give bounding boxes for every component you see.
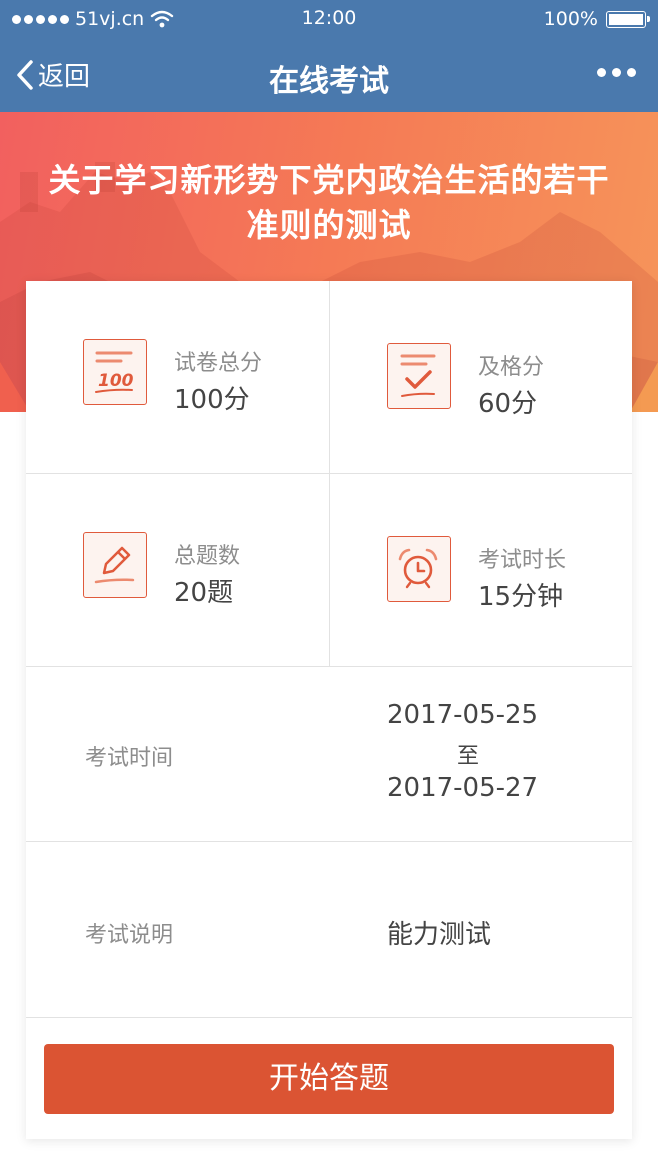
- exam-time-end: 2017-05-27: [387, 773, 539, 803]
- exam-time-row: 考试时间 2017-05-25 至 2017-05-27: [26, 667, 632, 842]
- stat-question-count: 总题数 20题: [26, 474, 329, 666]
- back-button[interactable]: 返回: [16, 56, 90, 93]
- battery-icon: [606, 10, 650, 28]
- exam-description-label: 考试说明: [85, 923, 174, 948]
- page-title: 在线考试: [269, 64, 389, 99]
- battery-percent: 100%: [543, 8, 598, 30]
- stat-value: 15分钟: [478, 582, 564, 612]
- pencil-icon: [83, 532, 147, 598]
- exam-time-separator: 至: [457, 744, 480, 769]
- status-right: 100%: [543, 8, 650, 30]
- svg-text:100: 100: [98, 371, 134, 391]
- back-label: 返回: [38, 62, 91, 92]
- stat-label: 总题数: [174, 544, 241, 569]
- exam-description-row: 考试说明 能力测试: [26, 842, 632, 1018]
- stat-label: 及格分: [478, 355, 545, 380]
- exam-info-card: 100 试卷总分 100分 及格分 60分 总题数 20题 考试时长 15分钟 …: [26, 281, 632, 1139]
- stat-value: 60分: [478, 389, 538, 419]
- alarm-clock-icon: [387, 536, 451, 602]
- stat-duration: 考试时长 15分钟: [329, 474, 632, 666]
- stats-row-2: 总题数 20题 考试时长 15分钟: [26, 474, 632, 667]
- exam-time-start: 2017-05-25: [387, 700, 539, 730]
- stat-value: 100分: [174, 385, 250, 415]
- navigation-bar: 返回 在线考试: [0, 38, 658, 112]
- exam-description-value: 能力测试: [387, 920, 492, 950]
- stat-total-score: 100 试卷总分 100分: [26, 281, 329, 473]
- pass-check-icon: [387, 343, 451, 409]
- stats-row-1: 100 试卷总分 100分 及格分 60分: [26, 281, 632, 474]
- chevron-left-icon: [17, 59, 33, 90]
- stat-label: 试卷总分: [174, 351, 263, 376]
- exam-title-line-1: 关于学习新形势下党内政治生活的若干: [48, 161, 610, 199]
- score-sheet-icon: 100: [83, 339, 147, 405]
- more-dots-icon: [597, 68, 606, 77]
- start-exam-button[interactable]: 开始答题: [44, 1044, 614, 1114]
- stat-label: 考试时长: [478, 548, 567, 573]
- more-button[interactable]: [597, 68, 636, 77]
- exam-title-line-2: 准则的测试: [246, 206, 412, 244]
- stat-pass-score: 及格分 60分: [329, 281, 632, 473]
- status-bar: 51vj.cn 12:00 100%: [0, 0, 658, 38]
- exam-title: 关于学习新形势下党内政治生活的若干 准则的测试: [20, 158, 638, 248]
- exam-time-label: 考试时间: [85, 746, 174, 771]
- stat-value: 20题: [174, 578, 234, 608]
